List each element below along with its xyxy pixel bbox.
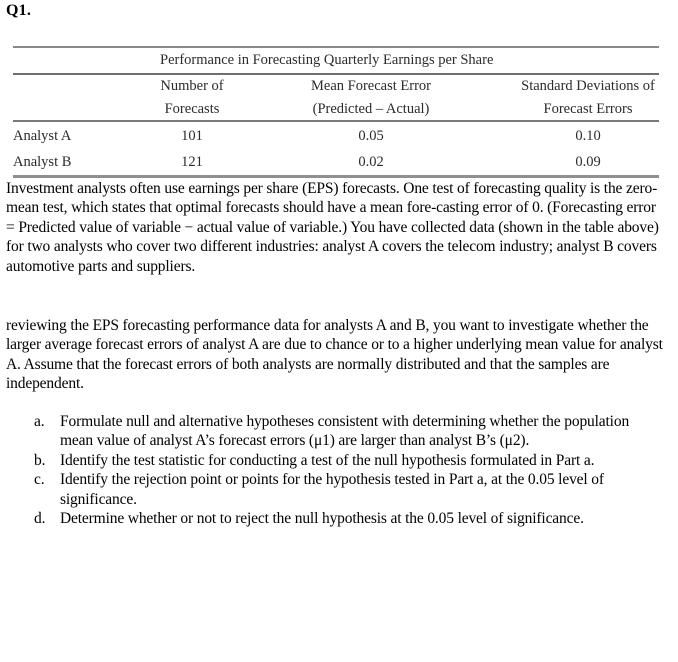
task-item-a: a. Formulate null and alternative hypoth…: [34, 412, 664, 451]
table-header-rule: [13, 120, 659, 122]
cell-mean-error: 0.02: [358, 154, 384, 170]
table-title: Performance in Forecasting Quarterly Ear…: [160, 52, 494, 68]
table-top-rule: [13, 46, 659, 48]
row-label: Analyst A: [13, 128, 72, 144]
task-item-b: b. Identify the test statistic for condu…: [34, 451, 664, 470]
cell-std-dev: 0.10: [575, 128, 601, 144]
row-label: Analyst B: [13, 154, 72, 170]
scenario-paragraph: reviewing the EPS forecasting performanc…: [6, 317, 663, 393]
intro-paragraph: Investment analysts often use earnings p…: [6, 180, 659, 275]
task-text: Identify the test statistic for conducti…: [60, 451, 595, 469]
cell-forecasts: 101: [181, 128, 203, 144]
task-marker: a.: [34, 413, 45, 430]
table-title-rule: [13, 73, 659, 75]
column-header-forecasts-line2: Forecasts: [164, 101, 220, 117]
column-header-std-dev-line1: Standard Deviations of: [521, 78, 655, 94]
cell-forecasts: 121: [181, 154, 203, 170]
column-header-mean-error-line2: (Predicted – Actual): [312, 101, 430, 117]
column-header-std-dev-line2: Forecast Errors: [543, 101, 633, 117]
column-header-mean-error-line1: Mean Forecast Error: [311, 78, 431, 94]
cell-std-dev: 0.09: [575, 154, 601, 170]
task-text: Determine whether or not to reject the n…: [60, 510, 584, 528]
column-header-forecasts-line1: Number of: [160, 78, 224, 94]
task-item-d: d. Determine whether or not to reject th…: [34, 509, 664, 528]
task-marker: d.: [34, 510, 46, 528]
task-marker: b.: [34, 451, 46, 469]
task-marker: c.: [34, 471, 45, 489]
cell-mean-error: 0.05: [358, 128, 384, 144]
task-list: a. Formulate null and alternative hypoth…: [34, 412, 664, 528]
question-label: Q1.: [6, 2, 32, 19]
table-bottom-rule: [13, 175, 659, 178]
task-item-c: c. Identify the rejection point or point…: [34, 470, 664, 509]
task-text: Formulate null and alternative hypothese…: [60, 413, 630, 450]
task-text: Identify the rejection point or points f…: [60, 471, 604, 508]
